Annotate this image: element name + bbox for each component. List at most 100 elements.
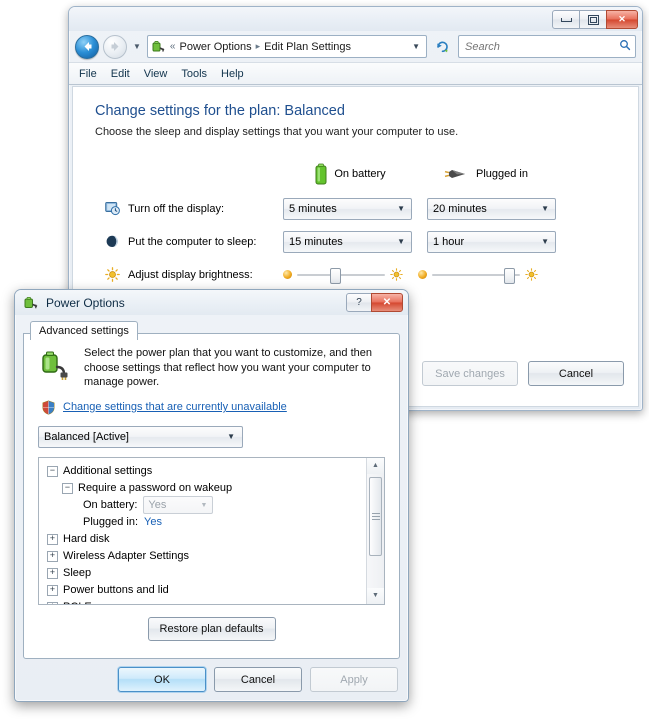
collapse-expander-icon[interactable]: − [47, 465, 58, 477]
row-label-turn-off-display: Turn off the display: [95, 201, 283, 216]
combo-sleep-plugged-in[interactable]: 1 hour ▼ [427, 230, 556, 253]
slider-thumb[interactable] [329, 268, 341, 284]
refresh-button[interactable] [431, 35, 454, 58]
window-titlebar: ✕ [69, 7, 642, 31]
combo-turn-off-display-plugged-in[interactable]: 20 minutes ▼ [427, 197, 556, 220]
tree-item-require-password-on-wakeup[interactable]: − Require a password on wakeup [45, 480, 367, 497]
page-subtitle: Choose the sleep and display settings th… [95, 126, 459, 138]
menu-item-edit[interactable]: Edit [111, 68, 130, 80]
back-arrow-icon [84, 42, 91, 51]
menu-item-help[interactable]: Help [221, 68, 244, 80]
ok-button[interactable]: OK [118, 667, 206, 692]
setting-row-brightness: Adjust display brightness: [95, 258, 616, 291]
combo-value: 5 minutes [289, 202, 337, 215]
tree-setting-on-battery[interactable]: On battery: Yes ▼ [45, 496, 367, 514]
address-bar[interactable]: « Power Options ▸ Edit Plan Settings ▼ [146, 35, 427, 58]
tree-scrollbar[interactable]: ▲ ▼ [366, 457, 384, 604]
advanced-settings-tree[interactable]: − Additional settings − Require a passwo… [38, 456, 385, 605]
address-overflow-chevrons[interactable]: « [170, 41, 176, 52]
recent-pages-chevron-icon[interactable]: ▼ [133, 42, 141, 51]
tree-item-wireless-adapter-settings[interactable]: + Wireless Adapter Settings [45, 548, 367, 565]
collapse-expander-icon[interactable]: − [62, 482, 73, 494]
scrollbar-thumb[interactable] [369, 477, 382, 557]
slider-thumb[interactable] [503, 268, 515, 284]
slider-track[interactable] [297, 268, 385, 284]
tab-panel-advanced-settings: Select the power plan that you want to c… [23, 333, 400, 659]
power-plan-value: Balanced [Active] [44, 430, 129, 443]
dim-dot-icon [283, 270, 292, 279]
forward-arrow-icon [111, 42, 118, 51]
chevron-down-icon: ▼ [541, 237, 549, 246]
column-header-on-battery-label: On battery [334, 168, 386, 180]
address-dropdown-icon[interactable]: ▼ [412, 42, 423, 51]
window-cancel-label: Cancel [558, 367, 594, 380]
tree-item-sleep[interactable]: + Sleep [45, 565, 367, 582]
tree-item-additional-settings[interactable]: − Additional settings [45, 463, 367, 480]
brightness-slider-on-battery[interactable] [283, 268, 403, 284]
back-button[interactable] [75, 34, 99, 59]
chevron-down-icon: ▼ [227, 432, 235, 441]
scroll-up-icon: ▲ [372, 462, 379, 469]
restore-button[interactable] [579, 10, 607, 29]
menu-item-view[interactable]: View [144, 68, 168, 80]
scroll-down-icon: ▼ [372, 592, 379, 599]
change-unavailable-settings-row[interactable]: Change settings that are currently unava… [41, 400, 385, 415]
sun-brightness-icon [105, 267, 120, 282]
combo-value: 20 minutes [433, 202, 487, 215]
restore-icon [587, 14, 599, 25]
row-label-brightness: Adjust display brightness: [95, 267, 283, 282]
combo-turn-off-display-on-battery[interactable]: 5 minutes ▼ [283, 197, 412, 220]
power-plan-select[interactable]: Balanced [Active] ▼ [38, 425, 243, 448]
window-cancel-button[interactable]: Cancel [528, 361, 624, 386]
minimize-button[interactable] [552, 10, 580, 29]
expand-expander-icon[interactable]: + [47, 550, 58, 562]
close-icon: ✕ [382, 297, 392, 308]
tab-advanced-settings[interactable]: Advanced settings [30, 321, 138, 340]
tree-item-power-buttons-and-lid[interactable]: + Power buttons and lid [45, 582, 367, 599]
battery-plug-icon [38, 348, 72, 382]
scroll-up-button[interactable]: ▲ [367, 457, 384, 474]
dialog-titlebar: Power Options ? ✕ [15, 290, 408, 315]
tree-item-label: Require a password on wakeup [78, 482, 233, 494]
restore-plan-defaults-button[interactable]: Restore plan defaults [147, 616, 276, 641]
brightness-slider-plugged-in[interactable] [418, 268, 538, 284]
search-input[interactable] [463, 39, 619, 54]
expand-expander-icon[interactable]: + [47, 584, 58, 596]
menu-item-file[interactable]: File [79, 68, 97, 80]
help-button[interactable]: ? [346, 293, 372, 312]
row-label-text: Adjust display brightness: [128, 268, 253, 281]
apply-button[interactable]: Apply [310, 667, 398, 692]
save-changes-button[interactable]: Save changes [422, 361, 518, 386]
restore-plan-defaults-label: Restore plan defaults [159, 622, 264, 635]
scroll-down-button[interactable]: ▼ [367, 587, 384, 604]
combo-value: 15 minutes [289, 235, 343, 248]
tree-item-hard-disk[interactable]: + Hard disk [45, 531, 367, 548]
expand-expander-icon[interactable]: + [47, 567, 58, 579]
tree-setting-plugged-in[interactable]: Plugged in: Yes [45, 514, 367, 531]
breadcrumb-power-options[interactable]: Power Options [179, 41, 251, 53]
forward-button[interactable] [103, 34, 127, 59]
on-battery-value-select[interactable]: Yes ▼ [143, 496, 214, 514]
menu-item-tools[interactable]: Tools [181, 68, 207, 80]
search-box[interactable] [458, 35, 636, 58]
tree-item-pci-express[interactable]: + PCI Express [45, 599, 367, 604]
combo-sleep-on-battery[interactable]: 15 minutes ▼ [283, 230, 412, 253]
expand-expander-icon[interactable]: + [47, 533, 58, 545]
row-label-text: Put the computer to sleep: [128, 235, 257, 248]
minimize-icon [560, 17, 572, 22]
breadcrumb-edit-plan-settings[interactable]: Edit Plan Settings [264, 41, 351, 53]
dialog-cancel-button[interactable]: Cancel [214, 667, 302, 692]
dialog-footer-buttons: OK Cancel Apply [118, 667, 398, 692]
slider-track[interactable] [432, 268, 520, 284]
dialog-close-button[interactable]: ✕ [371, 293, 403, 312]
tree-item-label: Power buttons and lid [63, 584, 169, 596]
content-padding: Change settings for the plan: Balanced C… [73, 87, 638, 291]
breadcrumb-separator-icon: ▸ [255, 41, 261, 51]
change-unavailable-settings-link[interactable]: Change settings that are currently unava… [63, 401, 287, 413]
close-button[interactable]: ✕ [606, 10, 638, 29]
expand-expander-icon[interactable]: + [47, 601, 58, 604]
plugged-in-value[interactable]: Yes [144, 516, 162, 528]
save-changes-label: Save changes [435, 367, 505, 380]
close-icon: ✕ [618, 14, 626, 24]
battery-icon [315, 163, 327, 185]
